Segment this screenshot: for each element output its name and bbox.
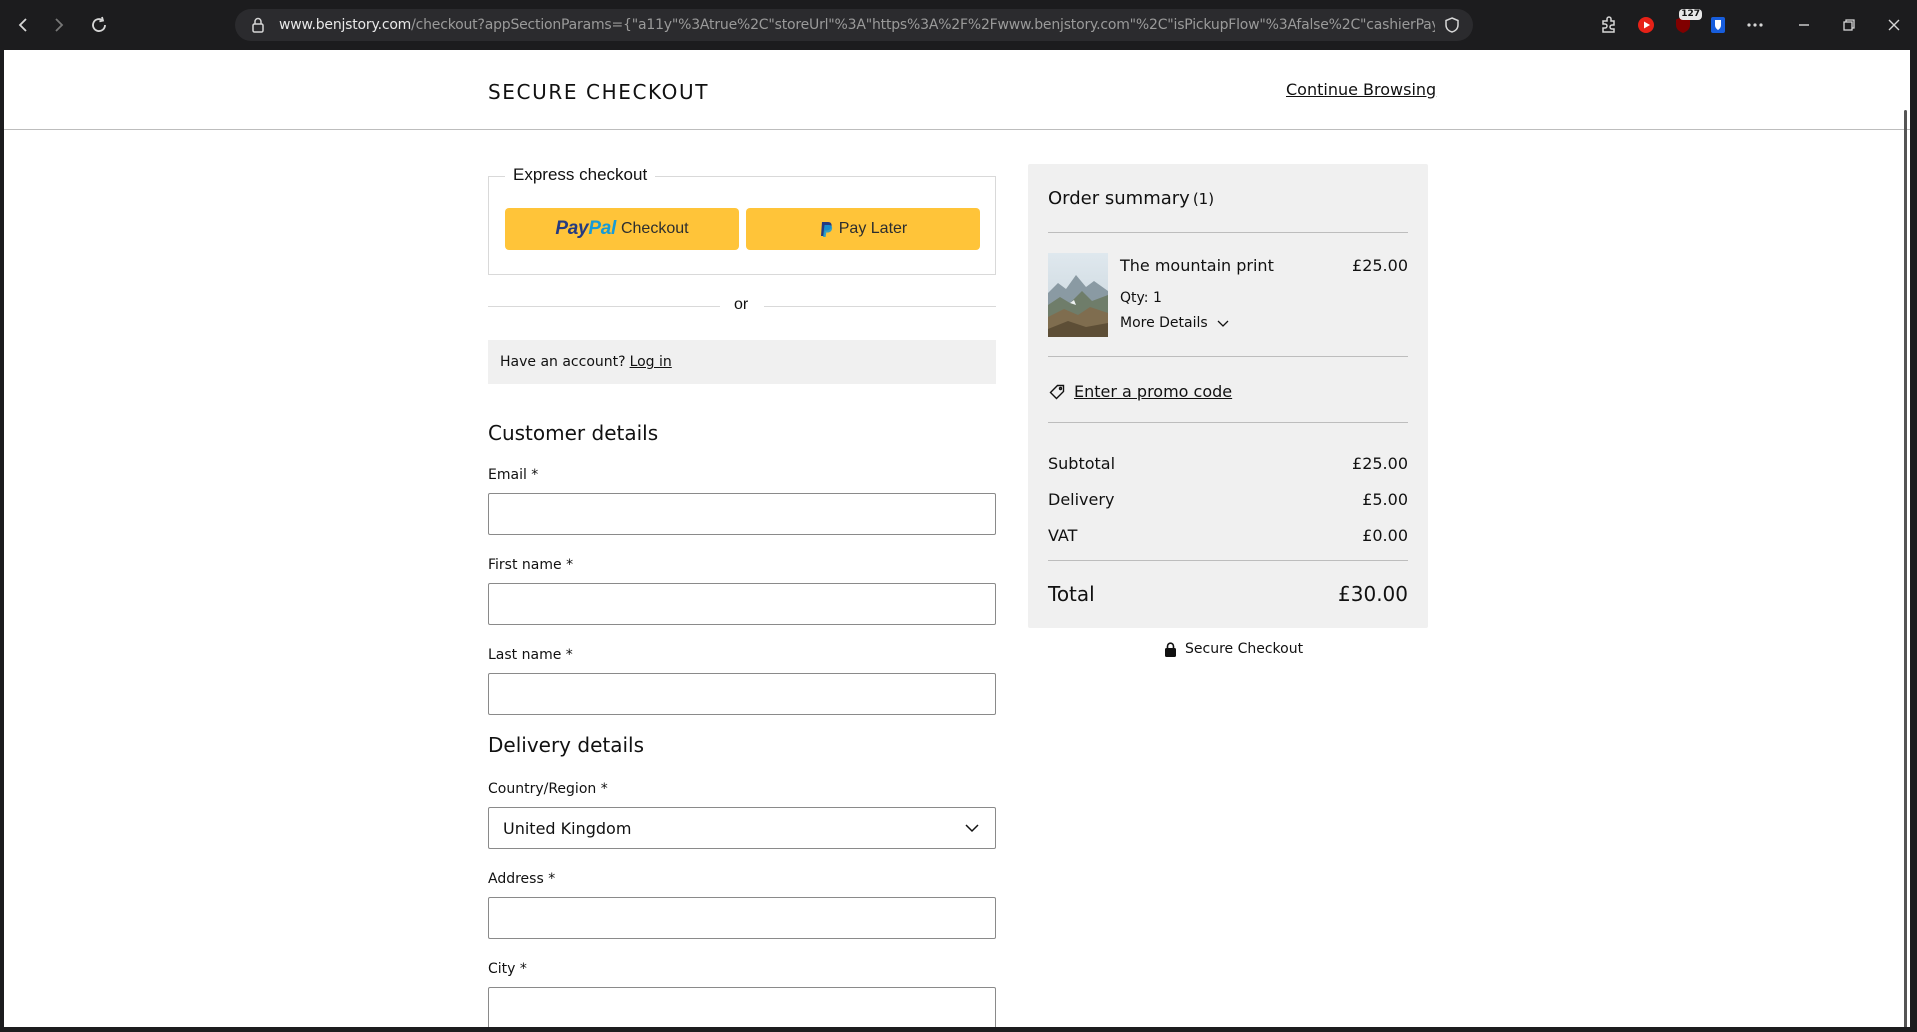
product-price: £25.00 xyxy=(1352,256,1408,275)
secure-checkout-note: Secure Checkout xyxy=(1164,641,1303,657)
reload-icon[interactable] xyxy=(84,10,114,40)
order-summary-title-text: Order summary xyxy=(1048,188,1190,209)
paypal-logo-pay: Pay xyxy=(555,218,589,239)
youtube-icon[interactable] xyxy=(1633,12,1659,38)
tag-icon xyxy=(1049,384,1065,399)
bitwarden-icon[interactable] xyxy=(1705,12,1731,38)
restore-icon[interactable] xyxy=(1836,12,1862,38)
email-label: Email * xyxy=(488,467,539,483)
product-name[interactable]: The mountain print xyxy=(1120,256,1274,275)
address-field[interactable] xyxy=(488,897,996,939)
checkout-page: SECURE CHECKOUT Continue Browsing Expres… xyxy=(4,50,1910,1027)
mountain-image xyxy=(1048,253,1108,337)
promo-code-link[interactable]: Enter a promo code xyxy=(1048,382,1232,401)
or-text: or xyxy=(734,296,749,313)
promo-code-label: Enter a promo code xyxy=(1074,382,1233,401)
divider-line-right xyxy=(764,306,996,307)
address-label: Address * xyxy=(488,871,556,887)
order-item-count: (1) xyxy=(1192,190,1215,208)
last-name-field[interactable] xyxy=(488,673,996,715)
login-link[interactable]: Log in xyxy=(630,354,672,370)
more-icon[interactable] xyxy=(1742,12,1768,38)
more-details-toggle[interactable]: More Details xyxy=(1120,315,1230,331)
chevron-down-icon xyxy=(1217,320,1229,327)
summary-divider xyxy=(1048,422,1408,423)
total-value: £30.00 xyxy=(1338,582,1408,606)
paypal-checkout-button[interactable]: PayPal Checkout xyxy=(505,208,739,250)
first-name-label: First name * xyxy=(488,557,574,573)
summary-divider xyxy=(1048,560,1408,561)
url-domain: www.benjstory.com xyxy=(279,17,412,33)
paypal-logo-pal: Pal xyxy=(588,218,616,239)
country-label: Country/Region * xyxy=(488,781,608,797)
country-select-value: United Kingdom xyxy=(503,818,632,838)
back-icon[interactable] xyxy=(8,10,38,40)
country-select[interactable]: United Kingdom xyxy=(488,807,996,849)
shield-icon[interactable] xyxy=(1443,16,1461,34)
order-summary-panel: Order summary (1) The mountain print £25… xyxy=(1028,164,1428,628)
extension-badge: 127 xyxy=(1679,9,1702,20)
vat-label: VAT xyxy=(1048,526,1078,545)
summary-divider xyxy=(1048,356,1408,357)
url-text: www.benjstory.com/checkout?appSectionPar… xyxy=(279,17,1435,33)
secure-checkout-label: Secure Checkout xyxy=(1185,641,1304,657)
paypal-checkout-label: Checkout xyxy=(620,220,689,237)
lock-icon xyxy=(252,17,264,33)
more-details-label: More Details xyxy=(1120,315,1208,331)
account-login-box: Have an account? Log in xyxy=(488,340,996,384)
page-title: SECURE CHECKOUT xyxy=(488,80,710,104)
page-scrollbar[interactable] xyxy=(1904,110,1907,1027)
customer-details-title: Customer details xyxy=(488,421,659,445)
close-icon[interactable] xyxy=(1881,12,1907,38)
subtotal-value: £25.00 xyxy=(1352,454,1408,473)
browser-toolbar: www.benjstory.com/checkout?appSectionPar… xyxy=(0,0,1917,50)
delivery-value: £5.00 xyxy=(1362,490,1408,509)
ublock-icon[interactable]: 127 xyxy=(1670,9,1702,38)
lock-icon xyxy=(1165,641,1176,657)
checkout-header: SECURE CHECKOUT Continue Browsing xyxy=(4,50,1910,130)
city-field[interactable] xyxy=(488,987,996,1027)
extensions-icon[interactable] xyxy=(1596,12,1622,38)
divider-line-left xyxy=(488,306,720,307)
summary-divider xyxy=(1048,232,1408,233)
express-checkout-title: Express checkout xyxy=(505,165,656,185)
address-bar[interactable]: www.benjstory.com/checkout?appSectionPar… xyxy=(235,9,1473,41)
or-divider: or xyxy=(488,296,996,316)
last-name-label: Last name * xyxy=(488,647,573,663)
account-prompt: Have an account? xyxy=(500,354,626,370)
paypal-logo: PayPal xyxy=(555,218,616,240)
product-thumbnail[interactable] xyxy=(1048,253,1108,337)
url-path: /checkout?appSectionParams={"a11y"%3Atru… xyxy=(411,17,1435,33)
first-name-field[interactable] xyxy=(488,583,996,625)
subtotal-label: Subtotal xyxy=(1048,454,1116,473)
product-qty: Qty: 1 xyxy=(1120,290,1162,306)
express-checkout-box: Express checkout PayPal Checkout Pay Lat… xyxy=(488,165,996,275)
delivery-label: Delivery xyxy=(1048,490,1115,509)
delivery-details-title: Delivery details xyxy=(488,733,645,757)
forward-icon[interactable] xyxy=(44,10,74,40)
email-field[interactable] xyxy=(488,493,996,535)
paypal-mark-icon xyxy=(820,221,832,237)
continue-browsing-link[interactable]: Continue Browsing xyxy=(1286,80,1436,99)
city-label: City * xyxy=(488,961,527,977)
pay-later-label: Pay Later xyxy=(838,220,908,237)
minimize-icon[interactable] xyxy=(1791,12,1817,38)
pay-later-button[interactable]: Pay Later xyxy=(746,208,980,250)
chevron-down-icon xyxy=(965,824,979,833)
order-summary-title: Order summary (1) xyxy=(1048,188,1214,209)
vat-value: £0.00 xyxy=(1362,526,1408,545)
total-label: Total xyxy=(1048,582,1095,606)
